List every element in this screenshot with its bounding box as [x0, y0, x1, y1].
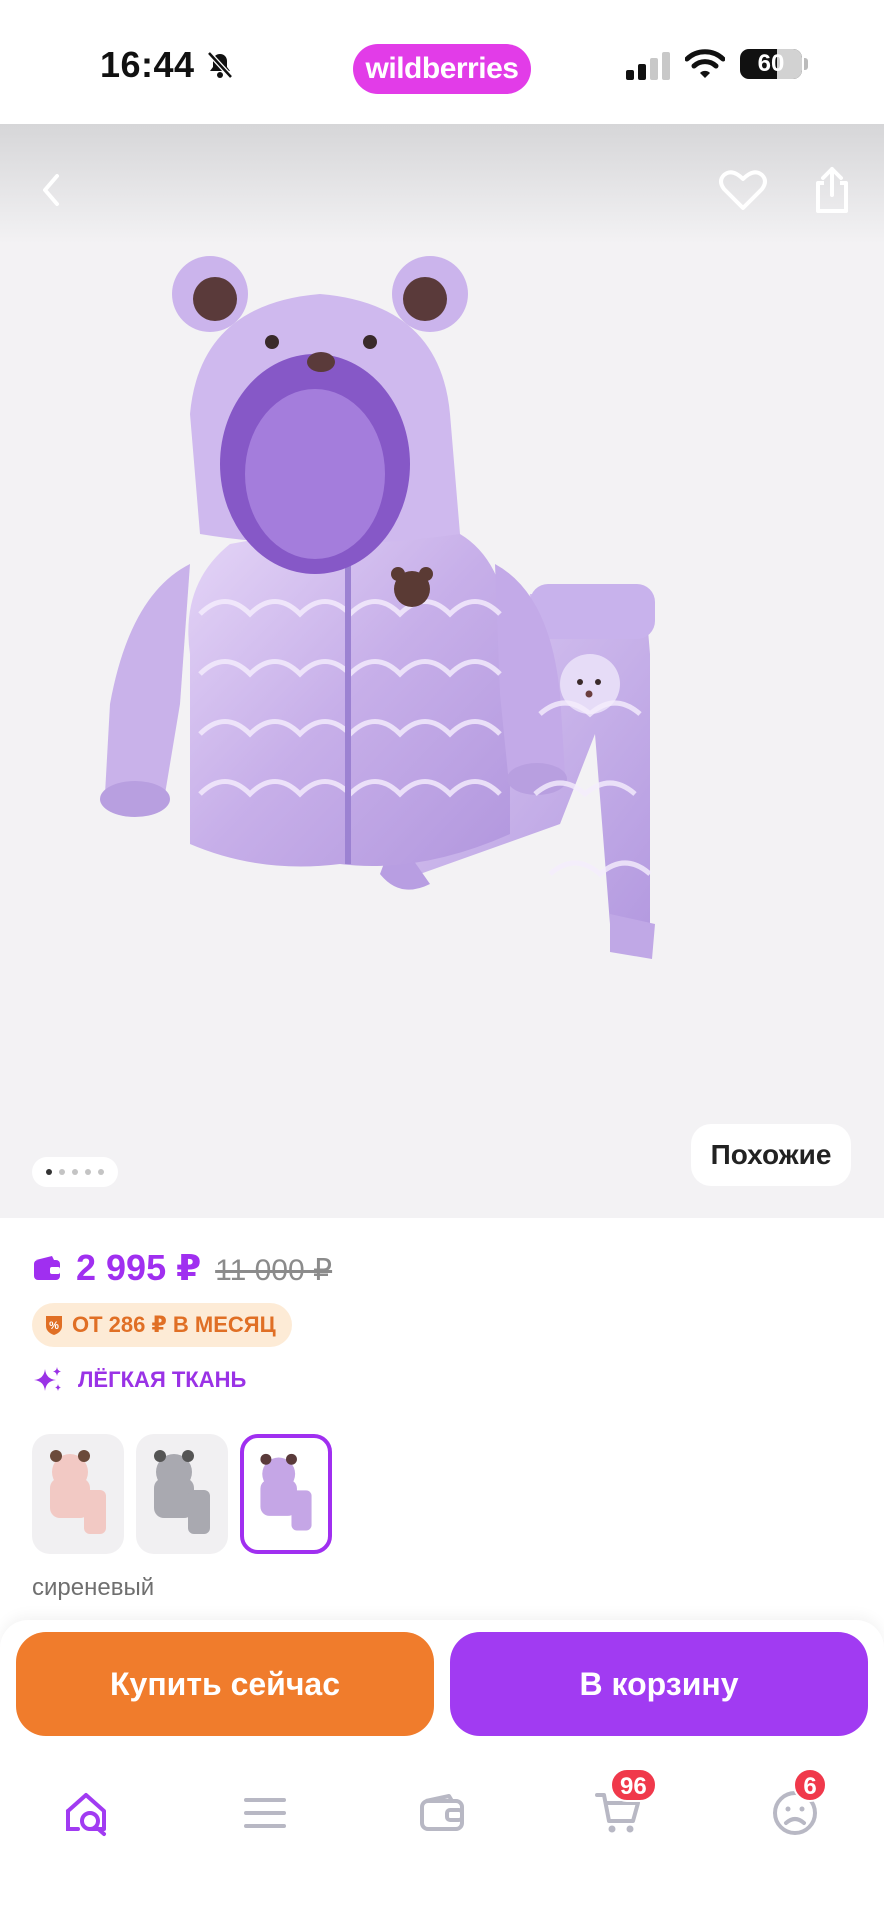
chevron-left-icon: [43, 174, 59, 206]
current-price: 2 995 ₽: [76, 1247, 202, 1288]
pagination-dot: [85, 1169, 91, 1175]
svg-text:%: %: [49, 1320, 59, 1332]
wallet-icon: [420, 1794, 464, 1831]
swatch-image: [154, 1450, 210, 1534]
similar-button[interactable]: Похожие: [691, 1124, 851, 1186]
battery-indicator: 60: [740, 49, 808, 79]
back-button[interactable]: [22, 160, 82, 220]
swatch-image: [50, 1450, 106, 1534]
pagination-dot: [98, 1169, 104, 1175]
feature-text: ЛЁГКАЯ ТКАНЬ: [78, 1367, 247, 1392]
color-swatch-lilac[interactable]: [240, 1434, 332, 1554]
wallet-icon: [34, 1256, 60, 1280]
buy-now-button[interactable]: Купить сейчас: [16, 1632, 434, 1736]
installment-badge[interactable]: % ОТ 286 ₽ В МЕСЯЦ: [32, 1303, 292, 1347]
home-search-icon: [66, 1793, 106, 1836]
selected-color-label: сиреневый: [32, 1574, 155, 1601]
add-to-cart-button[interactable]: В корзину: [450, 1632, 868, 1736]
heart-icon: [719, 170, 767, 210]
status-time: 16:44: [100, 44, 195, 85]
percent-shield-icon: %: [46, 1316, 62, 1335]
tab-catalog[interactable]: [230, 1778, 300, 1848]
pagination-dot: [72, 1169, 78, 1175]
product-gallery[interactable]: Похожие: [0, 124, 884, 1218]
wifi-icon: [685, 49, 725, 78]
tab-wallet[interactable]: [407, 1778, 477, 1848]
color-swatches: [32, 1434, 332, 1554]
installment-text: ОТ 286 ₽ В МЕСЯЦ: [72, 1312, 276, 1337]
price-row: 2 995 ₽ 11 000 ₽: [32, 1246, 332, 1290]
bell-off-icon: [207, 51, 233, 79]
gallery-pagination: [32, 1157, 118, 1187]
cart-badge: 96: [610, 1768, 657, 1802]
swatch-image: [260, 1453, 312, 1531]
profile-badge: 6: [793, 1768, 827, 1802]
favorite-button[interactable]: [713, 160, 773, 220]
action-bar: Купить сейчас В корзину: [0, 1620, 884, 1750]
signal-icon: [626, 52, 670, 80]
product-image: [100, 256, 655, 959]
pagination-dot: [59, 1169, 65, 1175]
color-swatch-pink[interactable]: [32, 1434, 124, 1554]
color-swatch-grey[interactable]: [136, 1434, 228, 1554]
sparkle-icon: [34, 1367, 61, 1391]
tab-home[interactable]: [54, 1778, 124, 1848]
battery-level: 60: [757, 50, 785, 77]
share-button[interactable]: [802, 160, 862, 220]
pagination-dot: [46, 1169, 52, 1175]
feature-tag: ЛЁГКАЯ ТКАНЬ: [32, 1364, 246, 1396]
old-price: 11 000 ₽: [215, 1253, 333, 1287]
share-icon: [816, 167, 848, 213]
menu-icon: [244, 1798, 286, 1828]
brand-logo: wildberries: [353, 44, 531, 94]
tab-bar: 96 6: [0, 1750, 884, 1920]
status-bar: 16:44 wildberries 60: [0, 0, 884, 124]
